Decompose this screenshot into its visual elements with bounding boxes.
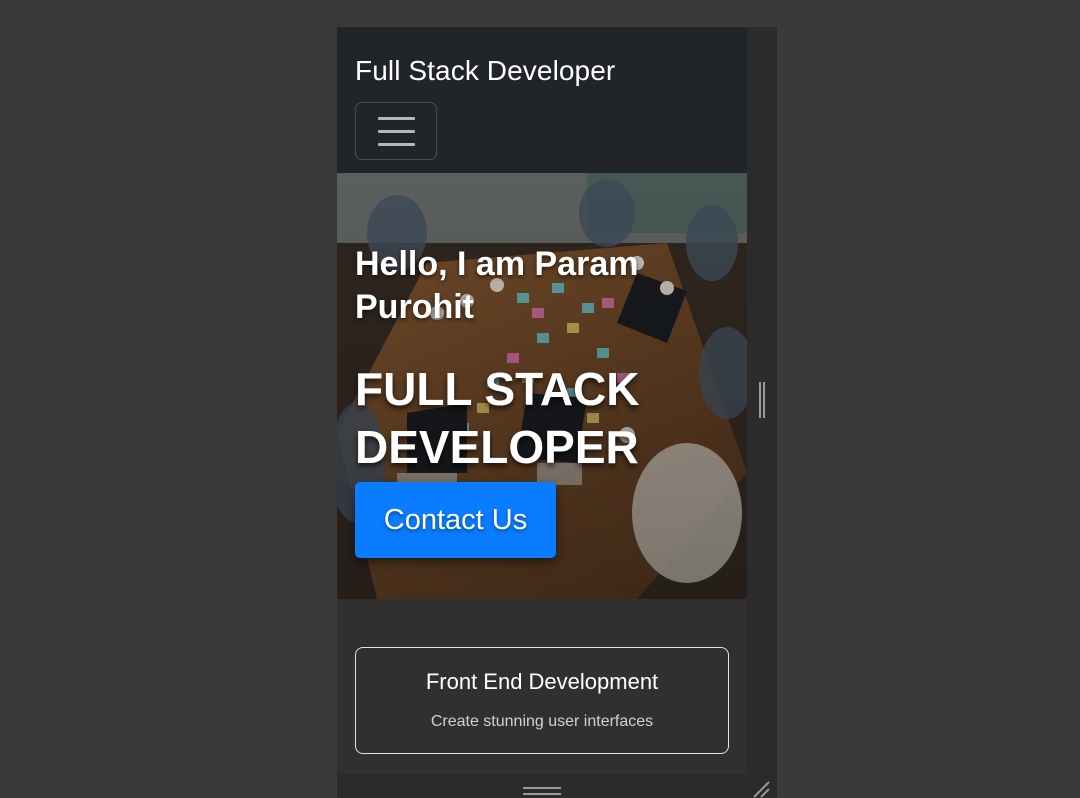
hero-title: FULL STACK DEVELOPER — [355, 362, 640, 473]
page-viewport: Full Stack Developer Hello, I am Param P… — [337, 27, 747, 774]
resize-handle-icon[interactable] — [523, 787, 561, 795]
hero-greeting: Hello, I am Param Purohit — [355, 245, 639, 327]
hamburger-icon — [378, 117, 415, 147]
service-card-title: Front End Development — [425, 669, 659, 694]
navbar-brand[interactable]: Full Stack Developer — [355, 53, 615, 89]
resize-handle-icon[interactable] — [759, 382, 765, 418]
navbar: Full Stack Developer — [337, 27, 747, 173]
contact-us-button[interactable]: Contact Us — [355, 482, 556, 558]
resize-corner-icon[interactable] — [751, 779, 771, 798]
hero-section: Hello, I am Param Purohit FULL STACK DEV… — [337, 173, 747, 599]
service-card-text: Create stunning user interfaces — [430, 713, 654, 730]
device-frame: Full Stack Developer Hello, I am Param P… — [337, 27, 777, 798]
service-card: Front End Development Create stunning us… — [355, 647, 729, 754]
navbar-toggle-button[interactable] — [355, 102, 437, 160]
